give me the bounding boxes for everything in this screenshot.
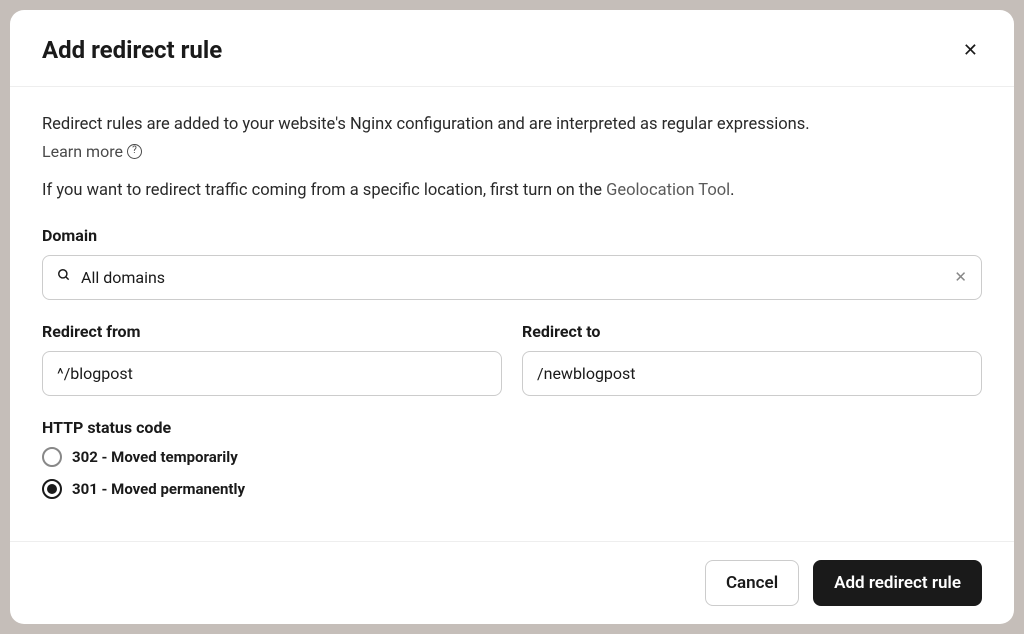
redirect-to-input[interactable]	[522, 351, 982, 396]
geolocation-suffix: .	[730, 181, 734, 200]
redirect-from-label: Redirect from	[42, 322, 502, 341]
redirect-to-label: Redirect to	[522, 322, 982, 341]
radio-dot	[47, 484, 57, 494]
modal-title: Add redirect rule	[42, 36, 222, 64]
redirect-from-input[interactable]	[42, 351, 502, 396]
redirect-to-group: Redirect to	[522, 322, 982, 396]
geolocation-text: If you want to redirect traffic coming f…	[42, 181, 982, 200]
domain-value: All domains	[81, 268, 944, 287]
close-icon: ✕	[963, 40, 978, 60]
modal-header: Add redirect rule ✕	[10, 10, 1014, 87]
status-code-label: HTTP status code	[42, 418, 982, 437]
redirect-from-group: Redirect from	[42, 322, 502, 396]
submit-button[interactable]: Add redirect rule	[813, 560, 982, 606]
modal-body: Redirect rules are added to your website…	[10, 87, 1014, 541]
learn-more-link[interactable]: Learn more ?	[42, 142, 142, 161]
redirect-row: Redirect from Redirect to	[42, 322, 982, 418]
help-icon: ?	[127, 144, 142, 159]
close-button[interactable]: ✕	[959, 37, 982, 63]
clear-icon[interactable]: ✕	[954, 268, 967, 286]
search-icon	[57, 268, 71, 286]
radio-circle-301	[42, 479, 62, 499]
cancel-button[interactable]: Cancel	[705, 560, 799, 606]
domain-label: Domain	[42, 226, 982, 245]
geolocation-tool-link[interactable]: Geolocation Tool	[606, 181, 730, 200]
radio-circle-302	[42, 447, 62, 467]
learn-more-label: Learn more	[42, 142, 123, 161]
radio-option-302[interactable]: 302 - Moved temporarily	[42, 447, 982, 467]
add-redirect-modal: Add redirect rule ✕ Redirect rules are a…	[10, 10, 1014, 624]
status-code-group: HTTP status code 302 - Moved temporarily…	[42, 418, 982, 499]
domain-select[interactable]: All domains ✕	[42, 255, 982, 300]
radio-option-301[interactable]: 301 - Moved permanently	[42, 479, 982, 499]
description-text: Redirect rules are added to your website…	[42, 113, 982, 138]
radio-group: 302 - Moved temporarily 301 - Moved perm…	[42, 447, 982, 499]
radio-label-301: 301 - Moved permanently	[72, 480, 245, 498]
radio-label-302: 302 - Moved temporarily	[72, 448, 238, 466]
modal-footer: Cancel Add redirect rule	[10, 541, 1014, 624]
domain-group: Domain All domains ✕	[42, 226, 982, 300]
geolocation-prefix: If you want to redirect traffic coming f…	[42, 181, 606, 200]
